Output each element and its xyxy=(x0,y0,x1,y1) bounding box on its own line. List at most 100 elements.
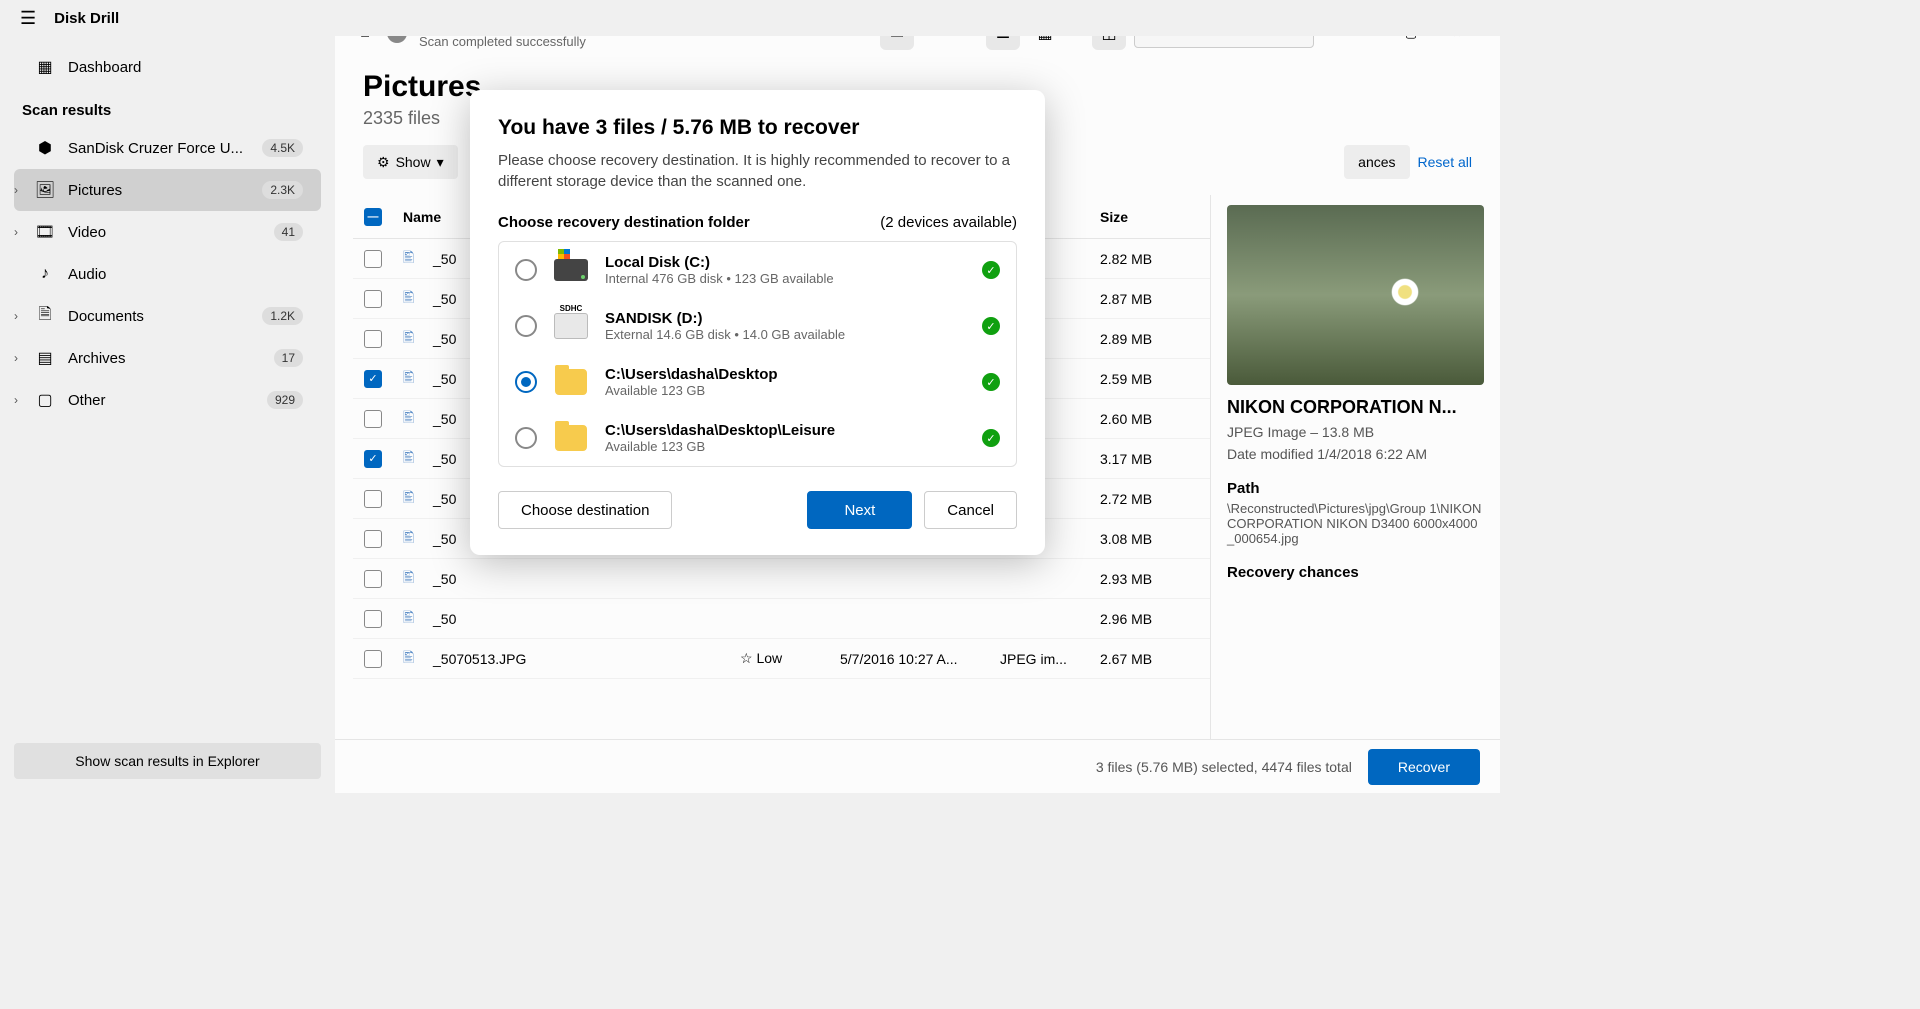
row-checkbox[interactable] xyxy=(364,490,382,508)
destination-ok-icon: ✓ xyxy=(982,373,1000,391)
search-input[interactable]: Search⌕ xyxy=(1134,36,1314,48)
sidebar-item-video[interactable]: ›🎞Video41 xyxy=(14,211,321,253)
next-button[interactable]: Next xyxy=(807,491,912,529)
show-filter-button[interactable]: ⚙Show▾ xyxy=(363,145,458,179)
destination-icon xyxy=(551,311,591,341)
destination-radio[interactable] xyxy=(515,259,537,281)
app-title: Disk Drill xyxy=(54,10,119,27)
row-checkbox[interactable]: ✓ xyxy=(364,370,382,388)
destination-radio[interactable] xyxy=(515,371,537,393)
file-name: _50 xyxy=(433,251,456,267)
file-name: _50 xyxy=(433,291,456,307)
grid-view-icon[interactable]: ▦ xyxy=(1028,36,1062,50)
reset-all-link[interactable]: Reset all xyxy=(1418,154,1472,170)
chevron-right-icon: › xyxy=(14,183,18,197)
preview-meta-type: JPEG Image – 13.8 MB xyxy=(1227,424,1484,440)
modal-choose-label: Choose recovery destination folder xyxy=(498,214,750,231)
sidebar-item-archives[interactable]: ›▤Archives17 xyxy=(14,337,321,379)
row-checkbox[interactable] xyxy=(364,250,382,268)
sidebar-item-other[interactable]: ›▢Other929 xyxy=(14,379,321,421)
row-checkbox[interactable] xyxy=(364,610,382,628)
scan-status-icon: ✓ xyxy=(387,36,407,43)
header: ⌂ ✓ SanDisk Cruzer Force USB Device Scan… xyxy=(335,36,1500,60)
home-icon[interactable]: ⌂ xyxy=(355,36,375,43)
footer: 3 files (5.76 MB) selected, 4474 files t… xyxy=(335,739,1500,793)
row-checkbox[interactable]: ✓ xyxy=(364,450,382,468)
count-badge: 4.5K xyxy=(262,139,303,157)
preview-chances-label: Recovery chances xyxy=(1227,564,1484,581)
destination-radio[interactable] xyxy=(515,427,537,449)
file-icon: 🖺 xyxy=(403,327,423,351)
chevron-right-icon: › xyxy=(14,225,18,239)
row-checkbox[interactable] xyxy=(364,330,382,348)
destination-radio[interactable] xyxy=(515,315,537,337)
count-badge: 2.3K xyxy=(262,181,303,199)
destination-option[interactable]: C:\Users\dasha\Desktop\LeisureAvailable … xyxy=(499,410,1016,466)
select-all-checkbox[interactable]: — xyxy=(364,208,382,226)
selection-summary: 3 files (5.76 MB) selected, 4474 files t… xyxy=(1096,759,1352,775)
file-icon: 🖺 xyxy=(403,247,423,271)
chevron-right-icon: › xyxy=(14,393,18,407)
cancel-button[interactable]: Cancel xyxy=(924,491,1017,529)
destination-icon xyxy=(551,423,591,453)
titlebar: ☰ Disk Drill xyxy=(0,0,1500,36)
file-name: _50 xyxy=(433,531,456,547)
file-name: _50 xyxy=(433,331,456,347)
close-button[interactable]: ✕ xyxy=(1434,36,1480,50)
preview-panel: ⤢ NIKON CORPORATION N... JPEG Image – 13… xyxy=(1210,195,1500,739)
destination-name: C:\Users\dasha\Desktop xyxy=(605,366,968,383)
sidebar-item-label: SanDisk Cruzer Force U... xyxy=(68,140,248,157)
chances-filter-button[interactable]: ances xyxy=(1344,145,1409,179)
file-name: _50 xyxy=(433,571,456,587)
menu-icon[interactable]: ☰ xyxy=(20,8,36,29)
sidebar-item-documents[interactable]: ›🗎Documents1.2K xyxy=(14,295,321,337)
table-row[interactable]: 🖺_502.93 MB xyxy=(353,559,1210,599)
sidebar-item-audio[interactable]: ♪Audio xyxy=(14,253,321,295)
file-size: 2.59 MB xyxy=(1100,371,1210,387)
sidebar-item-label: Audio xyxy=(68,266,303,283)
sidebar-dashboard[interactable]: ▦ Dashboard xyxy=(14,46,321,88)
row-checkbox[interactable] xyxy=(364,290,382,308)
category-icon: ▢ xyxy=(34,390,56,410)
destination-list: Local Disk (C:)Internal 476 GB disk • 12… xyxy=(498,241,1017,467)
destination-option[interactable]: C:\Users\dasha\DesktopAvailable 123 GB✓ xyxy=(499,354,1016,410)
maximize-button[interactable]: ▢ xyxy=(1388,36,1434,50)
file-size: 2.67 MB xyxy=(1100,651,1210,667)
sidebar-item-pictures[interactable]: ›🖼Pictures2.3K xyxy=(14,169,321,211)
choose-destination-button[interactable]: Choose destination xyxy=(498,491,672,529)
category-icon: ⬢ xyxy=(34,138,56,158)
destination-option[interactable]: SANDISK (D:)External 14.6 GB disk • 14.0… xyxy=(499,298,1016,354)
destination-icon xyxy=(551,255,591,285)
chevron-right-icon: › xyxy=(14,309,18,323)
dashboard-icon: ▦ xyxy=(34,57,56,77)
recover-button[interactable]: Recover xyxy=(1368,749,1480,785)
folder-icon[interactable]: 🗀 xyxy=(922,36,956,50)
row-checkbox[interactable] xyxy=(364,570,382,588)
preview-path-label: Path xyxy=(1227,480,1484,497)
list-view-icon[interactable]: ☰ xyxy=(986,36,1020,50)
file-icon[interactable]: 🗎 xyxy=(880,36,914,50)
file-name: _5070513.JPG xyxy=(433,651,526,667)
category-icon: ▤ xyxy=(34,348,56,368)
column-size[interactable]: Size xyxy=(1100,209,1210,225)
row-checkbox[interactable] xyxy=(364,410,382,428)
modal-subtitle: Please choose recovery destination. It i… xyxy=(498,150,1017,192)
minimize-button[interactable]: — xyxy=(1342,36,1388,50)
show-in-explorer-button[interactable]: Show scan results in Explorer xyxy=(14,743,321,779)
table-row[interactable]: 🖺_5070513.JPG☆ Low5/7/2016 10:27 A...JPE… xyxy=(353,639,1210,679)
row-checkbox[interactable] xyxy=(364,650,382,668)
destination-option[interactable]: Local Disk (C:)Internal 476 GB disk • 12… xyxy=(499,242,1016,298)
row-checkbox[interactable] xyxy=(364,530,382,548)
file-icon: 🖺 xyxy=(403,287,423,311)
table-row[interactable]: 🖺_502.96 MB xyxy=(353,599,1210,639)
destination-ok-icon: ✓ xyxy=(982,317,1000,335)
preview-image xyxy=(1227,205,1484,385)
destination-detail: Available 123 GB xyxy=(605,439,968,454)
file-size: 3.08 MB xyxy=(1100,531,1210,547)
modal-devices-count: (2 devices available) xyxy=(880,214,1017,231)
count-badge: 1.2K xyxy=(262,307,303,325)
panel-toggle-icon[interactable]: ◫ xyxy=(1092,36,1126,50)
file-icon: 🖺 xyxy=(403,447,423,471)
count-badge: 929 xyxy=(267,391,303,409)
sidebar-item-sandisk-cruzer-force-u-[interactable]: ⬢ SanDisk Cruzer Force U... 4.5K xyxy=(14,127,321,169)
